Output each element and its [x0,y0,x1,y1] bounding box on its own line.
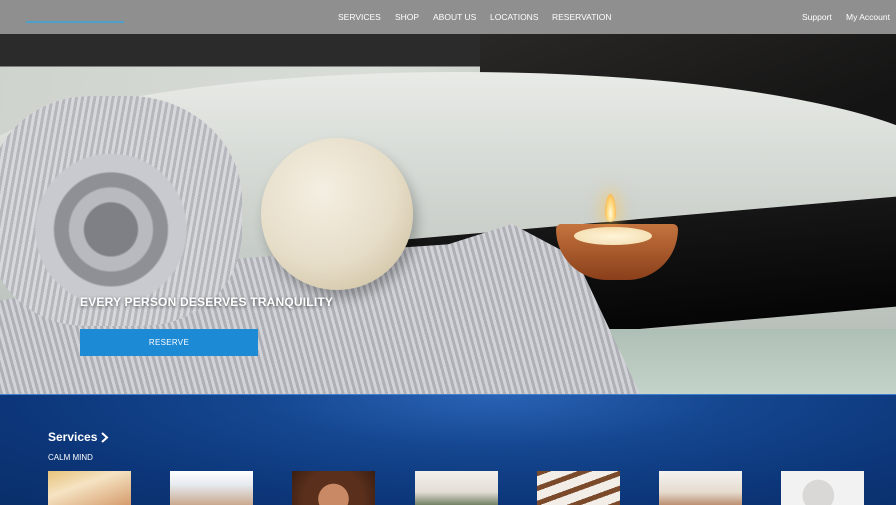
service-thumbnail[interactable] [659,471,742,505]
site-header: SERVICES SHOP ABOUT US LOCATIONS RESERVA… [0,0,896,34]
bath-bomb-image [261,138,413,290]
service-thumbnail[interactable] [781,471,864,505]
nav-services-link[interactable]: SERVICES [338,11,381,23]
service-thumbnail[interactable] [415,471,498,505]
chevron-right-icon[interactable] [100,432,109,443]
candle-wax-image [574,227,652,245]
nav-about-link[interactable]: ABOUT US [433,11,476,23]
hero-title: EVERY PERSON DESERVES TRANQUILITY [80,295,334,309]
service-thumbnail[interactable] [170,471,253,505]
calm-mind-label: CALM MIND [48,453,93,462]
reserve-button[interactable]: RESERVE [80,329,258,356]
nav-reservation-link[interactable]: RESERVATION [552,11,612,23]
hero-banner: EVERY PERSON DESERVES TRANQUILITY RESERV… [0,34,896,394]
nav-locations-link[interactable]: LOCATIONS [490,11,539,23]
rolled-towel-image [0,96,242,326]
services-section: Services CALM MIND [0,394,896,505]
service-thumbnail[interactable] [48,471,131,505]
nav-shop-link[interactable]: SHOP [395,11,419,23]
service-thumbnail[interactable] [292,471,375,505]
support-link[interactable]: Support [802,11,832,23]
my-account-link[interactable]: My Account [846,11,890,23]
service-thumbnail[interactable] [537,471,620,505]
main-nav: SERVICES SHOP ABOUT US LOCATIONS RESERVA… [0,11,896,25]
services-heading-link[interactable]: Services [48,430,97,444]
